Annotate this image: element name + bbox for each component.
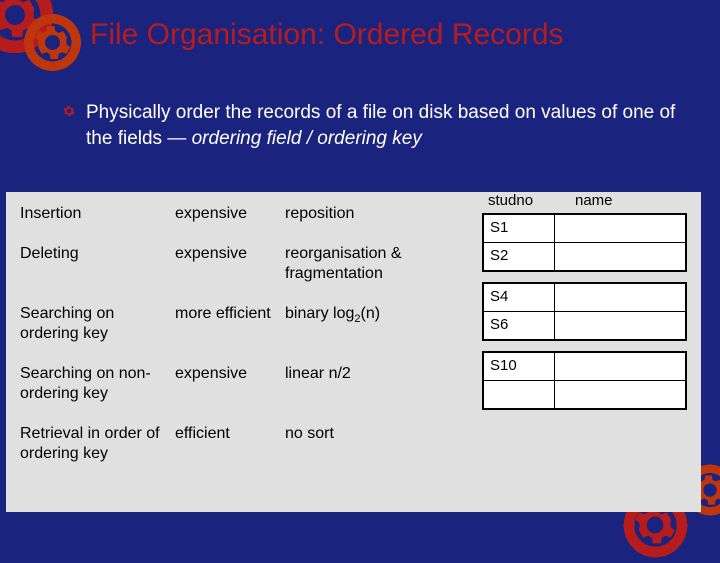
bullet-text: Physically order the records of a file o… <box>86 100 680 151</box>
disk-blocks-diagram: studno name S1S2 S4S6 S10 <box>482 192 701 512</box>
operation-note-text: binary log <box>285 305 354 322</box>
record-row: S1 <box>484 215 685 242</box>
record-name <box>555 381 685 408</box>
operation-cost: expensive <box>175 204 285 224</box>
gear-decoration <box>30 20 75 65</box>
operation-note: reposition <box>285 204 472 224</box>
record-name <box>555 312 685 339</box>
operation-cost: expensive <box>175 244 285 284</box>
operation-note-after: (n) <box>361 305 381 322</box>
record-row: S10 <box>484 353 685 380</box>
operation-row: Retrieval in order of ordering keyeffici… <box>20 424 472 464</box>
operation-name: Searching on non-ordering key <box>20 364 175 404</box>
block-header-name: name <box>563 192 687 209</box>
operations-table: InsertionexpensiverepositionDeletingexpe… <box>6 192 482 512</box>
operation-name: Retrieval in order of ordering key <box>20 424 175 464</box>
operation-row: Deletingexpensivereorganisation & fragme… <box>20 244 472 284</box>
disk-block: S10 <box>482 351 687 410</box>
operation-note: binary log2(n) <box>285 304 472 344</box>
operation-name: Searching on ordering key <box>20 304 175 344</box>
operation-cost: more efficient <box>175 304 285 344</box>
operation-cost: expensive <box>175 364 285 404</box>
operation-row: Insertionexpensivereposition <box>20 204 472 224</box>
record-studno: S4 <box>484 284 555 311</box>
record-name <box>555 243 685 270</box>
gear-bullet-icon <box>62 104 76 118</box>
record-row: S2 <box>484 242 685 270</box>
block-header-studno: studno <box>482 192 563 209</box>
content-panel: InsertionexpensiverepositionDeletingexpe… <box>6 192 701 512</box>
record-studno: S10 <box>484 353 555 380</box>
record-name <box>555 215 685 242</box>
record-row: S4 <box>484 284 685 311</box>
record-name <box>555 353 685 380</box>
disk-block: S4S6 <box>482 282 687 341</box>
operation-name: Deleting <box>20 244 175 284</box>
slide-title: File Organisation: Ordered Records <box>90 18 564 52</box>
operation-cost: efficient <box>175 424 285 464</box>
block-headers: studno name <box>482 192 687 209</box>
bullet-text-italic: ordering field / ordering key <box>192 128 422 149</box>
disk-block: S1S2 <box>482 213 687 272</box>
record-studno: S1 <box>484 215 555 242</box>
bullet-item: Physically order the records of a file o… <box>62 100 680 151</box>
operation-row: Searching on non-ordering keyexpensiveli… <box>20 364 472 404</box>
operation-row: Searching on ordering keymore efficientb… <box>20 304 472 344</box>
operation-name: Insertion <box>20 204 175 224</box>
record-row <box>484 380 685 408</box>
operation-note: no sort <box>285 424 472 464</box>
record-studno: S6 <box>484 312 555 339</box>
operation-note: reorganisation & fragmentation <box>285 244 472 284</box>
operation-note: linear n/2 <box>285 364 472 404</box>
record-name <box>555 284 685 311</box>
record-row: S6 <box>484 311 685 339</box>
record-studno: S2 <box>484 243 555 270</box>
record-studno <box>484 381 555 408</box>
